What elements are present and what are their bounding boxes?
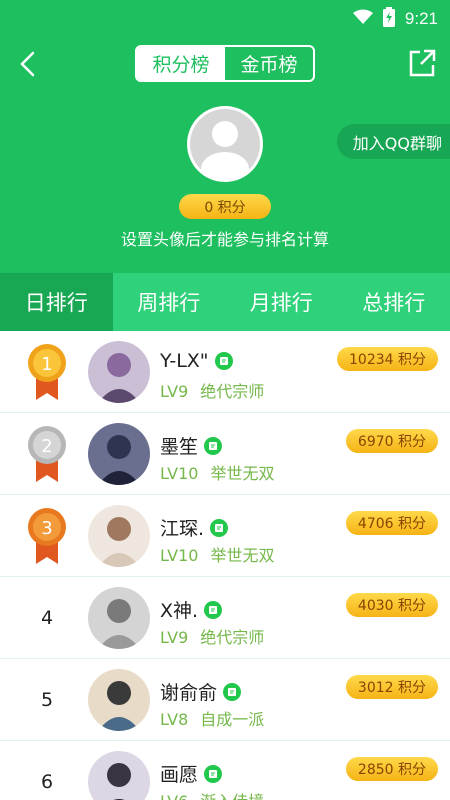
tab-total[interactable]: 总排行 [338, 273, 450, 331]
user-level: LV9 绝代宗师 [160, 382, 265, 401]
my-score-badge: 0 积分 [179, 194, 271, 219]
share-button[interactable] [408, 48, 436, 78]
verified-badge-icon [214, 352, 233, 370]
ranking-row[interactable]: 4 X神. LV9 绝代宗师 4030 积分 [0, 577, 450, 659]
user-name: X神. [160, 596, 223, 623]
period-tabs: 日排行 周排行 月排行 总排行 [0, 273, 450, 331]
user-name: 江琛. [160, 514, 229, 541]
verified-badge-icon [204, 436, 223, 455]
user-level: LV9 绝代宗师 [160, 628, 265, 647]
points-badge: 6970 积分 [345, 429, 438, 453]
user-name: 谢俞俞 [160, 678, 242, 705]
user-name: 画愿 [160, 760, 223, 787]
verified-badge-icon [204, 764, 223, 783]
avatar[interactable] [88, 423, 150, 485]
tab-monthly[interactable]: 月排行 [225, 273, 338, 331]
default-avatar-icon [201, 121, 249, 179]
user-name: 墨笙 [160, 432, 223, 459]
avatar[interactable] [88, 341, 150, 403]
user-level: LV10 举世无双 [160, 546, 275, 565]
user-level: LV10 举世无双 [160, 464, 275, 483]
points-badge: 3012 积分 [345, 675, 438, 699]
ranking-row[interactable]: 3 江琛. LV10 举世无双 4706 积分 [0, 495, 450, 577]
back-button[interactable] [14, 48, 44, 80]
ranking-row[interactable]: 5 谢俞俞 LV8 自成一派 3012 积分 [0, 659, 450, 741]
points-badge: 2850 积分 [345, 757, 438, 781]
join-qq-group-button[interactable]: 加入QQ群聊 [336, 124, 450, 159]
bronze-medal-icon: 3 [26, 506, 68, 568]
gold-medal-icon: 1 [26, 342, 68, 404]
status-bar: 9:21 [0, 0, 450, 36]
avatar[interactable] [88, 751, 150, 800]
tab-daily[interactable]: 日排行 [0, 273, 113, 331]
points-badge: 4030 积分 [345, 593, 438, 617]
leaderboard-type-switch: 积分榜 金币榜 [135, 45, 315, 82]
user-level: LV8 自成一派 [160, 710, 265, 729]
ranking-row[interactable]: 1 Y-LX" LV9 绝代宗师 10234 积分 [0, 331, 450, 413]
my-avatar[interactable] [187, 106, 263, 182]
battery-icon [382, 7, 395, 31]
medal-rank-label: 3 [41, 518, 52, 539]
rank-number: 6 [40, 771, 54, 793]
points-badge: 4706 积分 [345, 511, 438, 535]
avatar[interactable] [88, 587, 150, 649]
ranking-row[interactable]: 6 画愿 LV6渐入佳境 2850 积分 [0, 741, 450, 800]
rank-number: 5 [40, 689, 54, 711]
medal-rank-label: 1 [41, 354, 52, 375]
verified-badge-icon [204, 600, 223, 619]
avatar[interactable] [88, 505, 150, 567]
silver-medal-icon: 2 [26, 424, 68, 486]
verified-badge-icon [210, 518, 229, 537]
user-name: Y-LX" [160, 350, 233, 372]
verified-badge-icon [223, 682, 242, 701]
status-time: 9:21 [404, 9, 438, 28]
medal-rank-label: 2 [41, 436, 52, 457]
wifi-icon [352, 9, 373, 29]
user-level: LV6渐入佳境 [160, 788, 264, 800]
tab-weekly[interactable]: 周排行 [113, 273, 226, 331]
avatar[interactable] [88, 669, 150, 731]
ranking-list: 1 Y-LX" LV9 绝代宗师 10234 积分 2 墨笙 LV10 举世无双… [0, 331, 450, 800]
tab-coins-board[interactable]: 金币榜 [225, 47, 313, 80]
header: 9:21 积分榜 金币榜 加入QQ群聊 0 积分 设置头像后才能参与排名计算 [0, 0, 450, 273]
avatar-hint-text: 设置头像后才能参与排名计算 [120, 230, 329, 249]
rank-number: 4 [40, 607, 54, 629]
share-icon [409, 49, 436, 77]
tab-points-board[interactable]: 积分榜 [137, 47, 225, 80]
points-badge: 10234 积分 [337, 347, 438, 371]
ranking-row[interactable]: 2 墨笙 LV10 举世无双 6970 积分 [0, 413, 450, 495]
